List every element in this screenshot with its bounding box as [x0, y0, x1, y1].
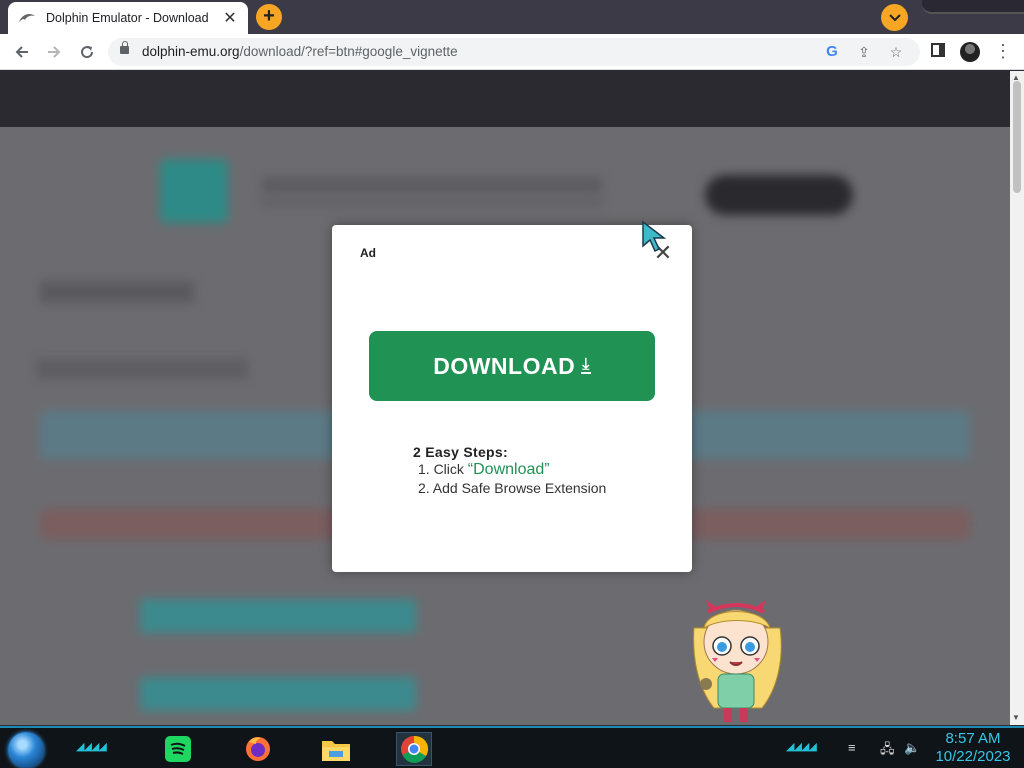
mouse-cursor-icon: [642, 220, 667, 253]
system-clock[interactable]: 8:57 AM 10/22/2023: [928, 730, 1018, 766]
cartoon-character-sticker: [693, 600, 782, 722]
step-1: 1. Click “Download”: [418, 460, 606, 479]
site-logo-blurred: [160, 159, 228, 223]
tab-search-button[interactable]: [881, 4, 908, 31]
chevron-down-icon: [888, 14, 901, 22]
new-tab-button[interactable]: +: [256, 4, 282, 30]
bookmark-star-icon[interactable]: ☆: [886, 42, 906, 62]
scroll-down-icon[interactable]: ▼: [1012, 713, 1020, 722]
share-icon[interactable]: ⇪: [854, 42, 874, 62]
lock-icon: [120, 41, 129, 54]
taskbar-decoration: ◢◢◢◢: [76, 741, 107, 753]
reload-icon: [81, 46, 94, 59]
step-2: 2. Add Safe Browse Extension: [418, 480, 607, 496]
step-1-highlight: “Download”: [467, 461, 550, 478]
folder-icon: [322, 741, 350, 761]
firefox-icon: [246, 737, 270, 761]
arrow-right-icon: [48, 46, 61, 58]
arrow-left-icon: [15, 46, 28, 58]
step-1-prefix: 1. Click: [418, 461, 468, 477]
file-explorer-taskbar-button[interactable]: [318, 732, 354, 766]
browser-menu-icon[interactable]: ⋮: [994, 40, 1012, 62]
network-icon[interactable]: 🖧: [880, 740, 895, 762]
blurred-text: [262, 177, 602, 193]
forward-button[interactable]: [42, 40, 66, 64]
side-panel-icon[interactable]: [928, 42, 948, 62]
page-scrollbar[interactable]: ▲ ▼: [1010, 71, 1024, 725]
download-label: DOWNLOAD: [433, 352, 576, 379]
profile-avatar[interactable]: [960, 42, 980, 62]
site-header-dimmed: [0, 71, 1010, 127]
tab-dolphin-download[interactable]: Dolphin Emulator - Download ✕: [8, 2, 248, 34]
url-host: dolphin-emu.org: [142, 44, 240, 59]
show-hidden-icons-icon[interactable]: ≡: [848, 740, 856, 755]
google-lens-icon[interactable]: G: [822, 42, 842, 62]
taskbar-decoration: ◢◢◢◢: [786, 741, 817, 753]
spotify-taskbar-button[interactable]: [160, 732, 196, 766]
url-text: dolphin-emu.org/download/?ref=btn#google…: [142, 44, 458, 59]
steps-title: 2 Easy Steps:: [413, 444, 508, 460]
volume-icon[interactable]: 🔈: [904, 740, 920, 756]
window-frame-decoration: [922, 0, 1024, 14]
download-arrow-icon: ⤓: [581, 356, 591, 374]
ad-vignette-modal: Ad ✕ DOWNLOAD ⤓ 2 Easy Steps: 1. Click “…: [332, 225, 692, 572]
chrome-icon: [401, 735, 429, 763]
taskbar: ◢◢◢◢ ◢◢◢◢ ≡ 🖧 🔈 8:57 AM 10/22/2023: [0, 726, 1024, 768]
address-bar[interactable]: dolphin-emu.org/download/?ref=btn#google…: [108, 38, 920, 66]
spotify-icon: [165, 736, 191, 762]
blurred-button: [705, 175, 853, 215]
blurred-heading: [36, 359, 248, 379]
scroll-thumb[interactable]: [1013, 81, 1021, 193]
browser-toolbar: dolphin-emu.org/download/?ref=btn#google…: [0, 34, 1024, 70]
chrome-taskbar-button[interactable]: [396, 732, 432, 766]
start-button[interactable]: [8, 732, 44, 768]
blurred-text: [262, 197, 602, 207]
tab-strip: Dolphin Emulator - Download ✕ +: [0, 0, 1024, 34]
blurred-heading: [40, 281, 194, 303]
ad-download-button[interactable]: DOWNLOAD ⤓: [369, 331, 655, 401]
clock-time: 8:57 AM: [945, 730, 1001, 747]
blurred-download-button: [140, 677, 416, 711]
dolphin-favicon-icon: [18, 12, 36, 24]
url-path: /download/?ref=btn#google_vignette: [239, 44, 458, 59]
tab-title: Dolphin Emulator - Download: [46, 11, 209, 25]
reload-button[interactable]: [75, 40, 99, 64]
clock-date: 10/22/2023: [935, 748, 1011, 765]
ad-steps: 2 Easy Steps: 1. Click “Download” 2. Add…: [413, 444, 606, 497]
back-button[interactable]: [10, 40, 34, 64]
ad-label: Ad: [360, 246, 376, 260]
blurred-download-button: [140, 599, 416, 633]
firefox-taskbar-button[interactable]: [240, 732, 276, 766]
tab-close-icon[interactable]: ✕: [222, 8, 238, 28]
